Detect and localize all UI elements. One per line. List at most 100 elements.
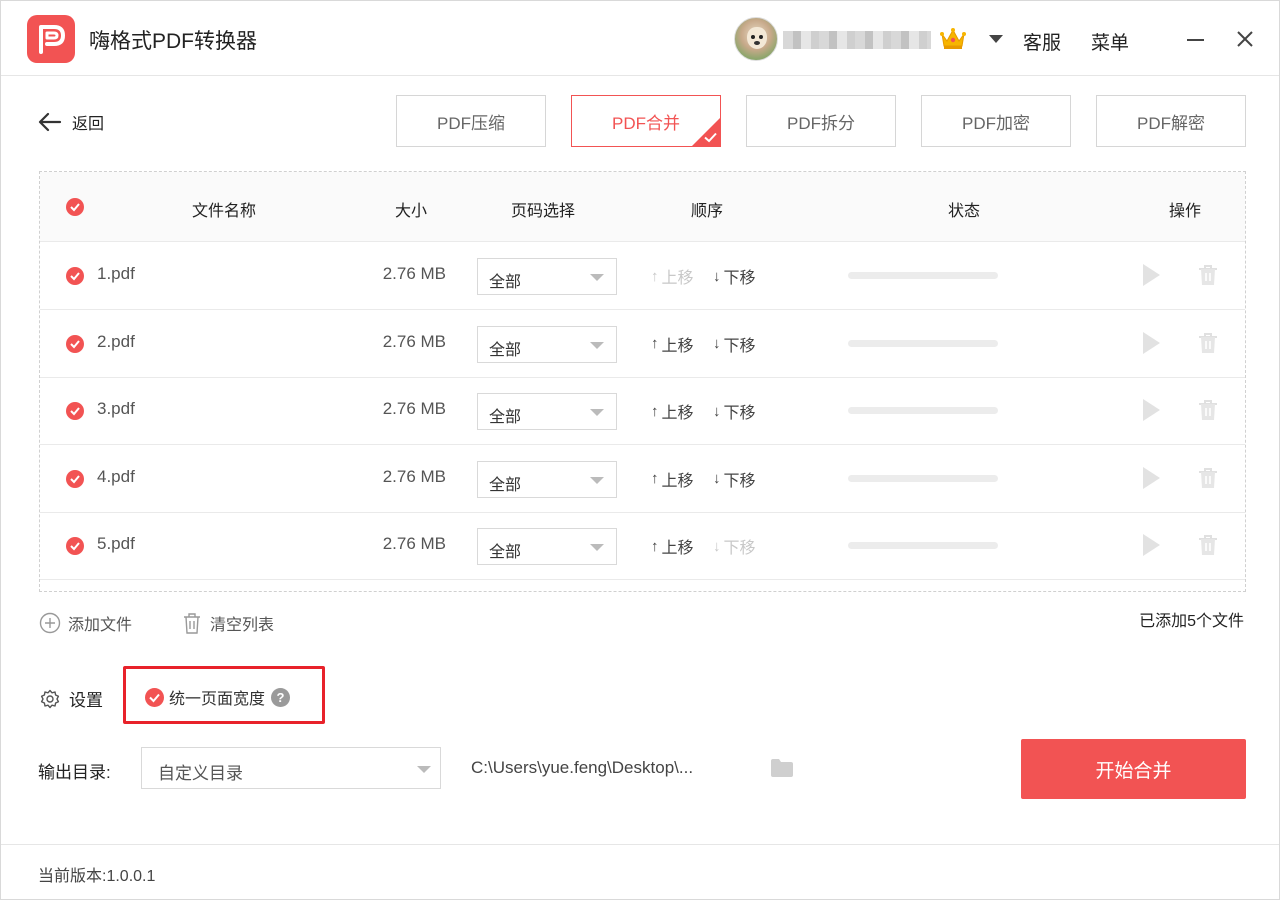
file-size: 2.76 MB — [382, 331, 446, 351]
settings-label: 设置 — [69, 691, 103, 710]
username-blurred — [783, 31, 931, 49]
page-range-select[interactable]: 全部 — [477, 325, 617, 363]
move-down-button[interactable]: ↓ 下移 — [713, 534, 756, 558]
progress-bar — [848, 272, 998, 279]
page-range-value: 全部 — [489, 341, 522, 359]
row-checkbox[interactable] — [66, 402, 84, 421]
file-name: 2.pdf — [97, 331, 135, 351]
account-dropdown-icon[interactable] — [989, 35, 1003, 43]
tab-pdf-decrypt[interactable]: PDF解密 — [1096, 95, 1246, 147]
progress-bar — [848, 339, 998, 347]
tab-pdf-split[interactable]: PDF拆分 — [746, 95, 896, 147]
add-file-button[interactable]: 添加文件 — [39, 611, 132, 635]
clear-list-button[interactable]: 清空列表 — [181, 611, 274, 635]
tab-pdf-compress[interactable]: PDF压缩 — [396, 95, 546, 147]
chevron-down-icon — [417, 766, 431, 773]
help-icon[interactable]: ? — [271, 687, 291, 707]
output-dir-value: 自定义目录 — [158, 764, 243, 783]
crown-icon — [940, 28, 966, 49]
tab-label: PDF拆分 — [787, 113, 855, 133]
tab-pdf-merge[interactable]: PDF合并 — [571, 95, 721, 147]
trash-icon[interactable] — [1198, 264, 1218, 286]
header-order: 顺序 — [691, 203, 724, 220]
table-header: 文件名称 大小 页码选择 顺序 状态 操作 — [40, 172, 1245, 242]
arrow-up-icon: ↑ — [651, 470, 659, 488]
arrow-up-icon: ↑ — [651, 335, 659, 353]
arrow-down-icon: ↓ — [713, 537, 721, 555]
version-text: 当前版本:1.0.0.1 — [38, 868, 156, 885]
move-down-button[interactable]: ↓ 下移 — [713, 467, 756, 491]
table-row: 5.pdf 2.76 MB 全部 ↑ 上移 ↓ 下移 — [40, 512, 1245, 581]
back-button[interactable]: 返回 — [38, 109, 104, 135]
table-row: 2.pdf 2.76 MB 全部 ↑ 上移 ↓ 下移 — [40, 310, 1245, 378]
page-range-select[interactable]: 全部 — [477, 393, 617, 431]
output-path: C:\Users\yue.feng\Desktop\... — [471, 758, 694, 777]
page-range-value: 全部 — [489, 274, 522, 291]
table-row: 1.pdf 2.76 MB 全部 ↑ 上移 ↓ 下移 — [40, 242, 1245, 310]
chevron-down-icon — [590, 476, 604, 484]
trash-icon[interactable] — [1198, 534, 1218, 556]
move-down-label: 下移 — [723, 540, 756, 558]
uniform-page-width-label: 统一页面宽度 — [169, 691, 266, 708]
file-name: 3.pdf — [97, 399, 135, 419]
chevron-down-icon — [590, 544, 604, 552]
pdf-p-logo-icon — [27, 15, 75, 63]
trash-icon[interactable] — [1198, 467, 1218, 489]
arrow-down-icon: ↓ — [713, 470, 721, 488]
move-down-button[interactable]: ↓ 下移 — [713, 399, 756, 423]
page-range-select[interactable]: 全部 — [477, 258, 617, 295]
start-merge-button[interactable]: 开始合并 — [1021, 739, 1246, 799]
move-up-label: 上移 — [661, 472, 694, 490]
move-down-button[interactable]: ↓ 下移 — [713, 332, 756, 356]
close-icon[interactable] — [1233, 27, 1257, 51]
footer: 当前版本:1.0.0.1 — [1, 844, 1279, 899]
customer-service-link[interactable]: 客服 — [1023, 28, 1061, 55]
move-down-label: 下移 — [723, 270, 756, 287]
move-up-button[interactable]: ↑ 上移 — [651, 467, 694, 491]
move-down-button[interactable]: ↓ 下移 — [713, 264, 756, 288]
move-down-label: 下移 — [723, 337, 756, 355]
row-checkbox[interactable] — [66, 469, 84, 488]
play-icon[interactable] — [1143, 399, 1160, 422]
play-icon[interactable] — [1143, 264, 1160, 286]
row-checkbox[interactable] — [66, 537, 84, 556]
arrow-down-icon: ↓ — [713, 267, 721, 285]
move-up-button[interactable]: ↑ 上移 — [651, 264, 694, 288]
uniform-page-width-checkbox[interactable]: 统一页面宽度 ? — [145, 685, 291, 709]
play-icon[interactable] — [1143, 534, 1160, 557]
tab-pdf-encrypt[interactable]: PDF加密 — [921, 95, 1071, 147]
page-range-select[interactable]: 全部 — [477, 528, 617, 566]
tab-label: PDF解密 — [1137, 113, 1205, 133]
page-range-select[interactable]: 全部 — [477, 460, 617, 498]
play-icon[interactable] — [1143, 466, 1160, 489]
row-checkbox[interactable] — [66, 334, 84, 353]
settings-label-group: 设置 — [40, 686, 103, 711]
move-up-label: 上移 — [661, 540, 694, 558]
trash-icon[interactable] — [1198, 399, 1218, 421]
minimize-icon[interactable] — [1187, 39, 1204, 41]
row-checkbox[interactable] — [66, 267, 84, 285]
chevron-down-icon — [590, 341, 604, 349]
file-name: 5.pdf — [97, 534, 135, 554]
app-title: 嗨格式PDF转换器 — [89, 30, 257, 53]
add-file-label: 添加文件 — [68, 617, 133, 634]
move-up-button[interactable]: ↑ 上移 — [651, 399, 694, 423]
header-file-name: 文件名称 — [192, 203, 257, 220]
avatar[interactable] — [734, 17, 778, 61]
menu-link[interactable]: 菜单 — [1091, 28, 1129, 55]
progress-bar — [848, 474, 998, 482]
move-up-button[interactable]: ↑ 上移 — [651, 332, 694, 356]
select-all-checkbox[interactable] — [66, 198, 84, 216]
page-range-value: 全部 — [489, 476, 522, 494]
move-up-button[interactable]: ↑ 上移 — [651, 534, 694, 558]
tab-label: PDF加密 — [962, 113, 1030, 133]
move-down-label: 下移 — [723, 472, 756, 490]
move-up-label: 上移 — [661, 405, 694, 423]
file-count-text: 已添加5个文件 — [1139, 613, 1244, 630]
progress-bar — [848, 407, 998, 415]
header-page-select: 页码选择 — [511, 203, 576, 220]
folder-icon[interactable] — [770, 758, 794, 778]
output-dir-select[interactable]: 自定义目录 — [141, 747, 441, 789]
play-icon[interactable] — [1143, 331, 1160, 354]
trash-icon[interactable] — [1198, 332, 1218, 354]
